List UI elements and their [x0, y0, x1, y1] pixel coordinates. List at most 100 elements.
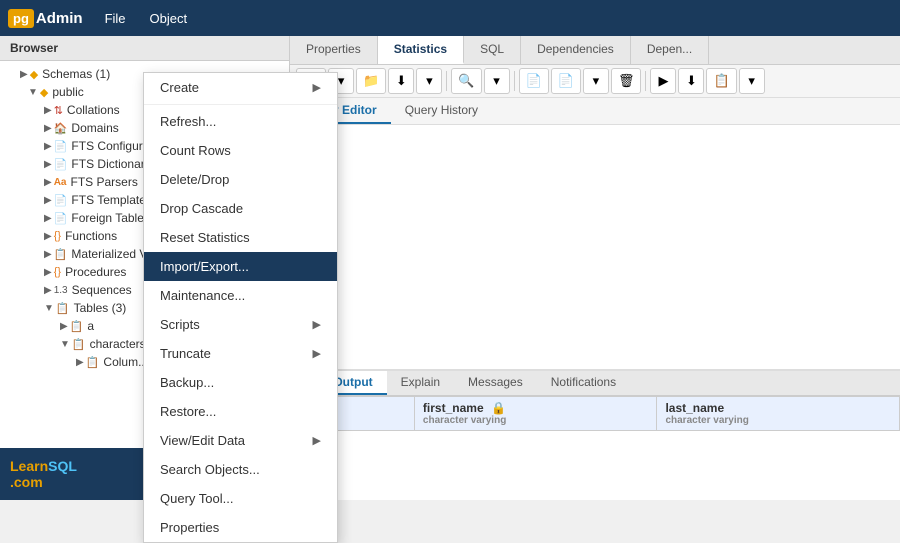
query-sub-tabs: Query Editor Query History — [290, 98, 900, 125]
foreigntables-icon: 📄 — [54, 212, 68, 225]
output-content: ID 🔒 integer first_name 🔒 character vary… — [290, 396, 900, 500]
chevron-icon: ▶ — [44, 249, 52, 260]
table-characters-icon: 📋 — [72, 338, 86, 351]
toolbar: 💾 ▾ 📁 ⬇ ▾ 🔍 ▾ 📄 📄 ▾ 🗑 ▶ ⬇ 📋 ▾ — [290, 65, 900, 98]
dropdown-maintenance[interactable]: Maintenance... — [144, 281, 337, 310]
schemas-label: Schemas (1) — [42, 67, 110, 81]
separator3 — [645, 71, 646, 91]
search-button[interactable]: 🔍 — [451, 68, 481, 94]
dropdown-search-objects[interactable]: Search Objects... — [144, 455, 337, 484]
tab-messages[interactable]: Messages — [454, 371, 537, 395]
execute-button[interactable]: ▶ — [650, 68, 676, 94]
columns-icon: 📋 — [86, 356, 100, 369]
table-a-label: a — [87, 319, 94, 333]
query-tool-label: Query Tool... — [160, 491, 233, 506]
chevron-icon: ▶ — [44, 123, 52, 134]
dropdown-count-rows[interactable]: Count Rows — [144, 136, 337, 165]
pgadmin-logo: pg Admin — [8, 9, 83, 28]
file-menu[interactable]: File — [95, 7, 136, 30]
tab-notifications[interactable]: Notifications — [537, 371, 630, 395]
tab-properties[interactable]: Properties — [290, 36, 378, 64]
lock-icon: 🔒 — [491, 401, 506, 415]
foreigntables-label: Foreign Table... — [71, 211, 154, 225]
output-tabs: Data Output Explain Messages Notificatio… — [290, 371, 900, 396]
format-button[interactable]: 📋 — [706, 68, 736, 94]
chevron-icon: ▶ — [44, 231, 52, 242]
dropdown-delete-drop[interactable]: Delete/Drop — [144, 165, 337, 194]
dropdown-truncate[interactable]: Truncate ▶ — [144, 339, 337, 368]
dropdown-import-export[interactable]: Import/Export... — [144, 252, 337, 281]
reset-statistics-label: Reset Statistics — [160, 230, 250, 245]
maintenance-label: Maintenance... — [160, 288, 245, 303]
download-dropdown[interactable]: ▾ — [416, 68, 442, 94]
search-dropdown[interactable]: ▾ — [484, 68, 510, 94]
chevron-icon: ▼ — [44, 303, 54, 314]
format-dropdown[interactable]: ▾ — [739, 68, 765, 94]
download-button[interactable]: ⬇ — [388, 68, 414, 94]
separator — [446, 71, 447, 91]
procedures-label: Procedures — [65, 265, 126, 279]
object-dropdown: Create ▶ Refresh... Count Rows Delete/Dr… — [143, 72, 338, 543]
dropdown-query-tool[interactable]: Query Tool... — [144, 484, 337, 513]
truncate-label: Truncate — [160, 346, 211, 361]
materialized-icon: 📋 — [54, 248, 68, 261]
create-label: Create — [160, 80, 199, 95]
collations-label: Collations — [67, 103, 120, 117]
right-panel: Properties Statistics SQL Dependencies D… — [290, 36, 900, 500]
public-icon: ◆ — [40, 86, 48, 99]
stop-button[interactable]: ⬇ — [678, 68, 704, 94]
tab-query-history[interactable]: Query History — [391, 98, 492, 124]
sequences-label: Sequences — [72, 283, 132, 297]
delete-button[interactable]: 🗑 — [611, 68, 642, 94]
col-lastname: last_name character varying — [657, 397, 900, 431]
dropdown-restore[interactable]: Restore... — [144, 397, 337, 426]
output-table: ID 🔒 integer first_name 🔒 character vary… — [290, 396, 900, 431]
scripts-arrow-icon: ▶ — [313, 318, 321, 331]
divider — [144, 104, 337, 105]
chevron-icon: ▶ — [60, 321, 68, 332]
tab-depen2[interactable]: Depen... — [631, 36, 709, 64]
chevron-icon: ▶ — [44, 141, 52, 152]
open-button[interactable]: 📁 — [356, 68, 386, 94]
chevron-icon: ▶ — [44, 195, 52, 206]
count-rows-label: Count Rows — [160, 143, 231, 158]
functions-icon: {} — [54, 230, 61, 242]
domains-icon: 🏠 — [54, 122, 68, 135]
tab-explain[interactable]: Explain — [387, 371, 454, 395]
chevron-icon: ▶ — [44, 159, 52, 170]
object-menu[interactable]: Object — [140, 7, 198, 30]
refresh-label: Refresh... — [160, 114, 216, 129]
paste-dropdown[interactable]: ▾ — [583, 68, 609, 94]
logo-box: pg — [8, 9, 34, 28]
restore-label: Restore... — [160, 404, 216, 419]
dropdown-reset-statistics[interactable]: Reset Statistics — [144, 223, 337, 252]
tab-bar: Properties Statistics SQL Dependencies D… — [290, 36, 900, 65]
domains-label: Domains — [71, 121, 118, 135]
chevron-icon: ▼ — [60, 339, 70, 350]
backup-label: Backup... — [160, 375, 214, 390]
dropdown-refresh[interactable]: Refresh... — [144, 107, 337, 136]
dropdown-scripts[interactable]: Scripts ▶ — [144, 310, 337, 339]
ftsconfig-icon: 📄 — [54, 140, 68, 153]
view-edit-arrow-icon: ▶ — [313, 434, 321, 447]
chevron-icon: ▶ — [44, 213, 52, 224]
dropdown-properties[interactable]: Properties — [144, 513, 337, 542]
paste-button[interactable]: 📄 — [551, 68, 581, 94]
tab-statistics[interactable]: Statistics — [378, 36, 464, 64]
chevron-icon: ▶ — [20, 69, 28, 80]
dropdown-create[interactable]: Create ▶ — [144, 73, 337, 102]
properties-label: Properties — [160, 520, 219, 535]
copy-button[interactable]: 📄 — [519, 68, 549, 94]
dropdown-view-edit[interactable]: View/Edit Data ▶ — [144, 426, 337, 455]
tab-dependencies[interactable]: Dependencies — [521, 36, 631, 64]
dropdown-drop-cascade[interactable]: Drop Cascade — [144, 194, 337, 223]
tab-sql[interactable]: SQL — [464, 36, 521, 64]
columns-label: Colum... — [103, 355, 148, 369]
collations-icon: ⇅ — [54, 104, 63, 117]
query-editor[interactable]: 1 — [290, 125, 900, 370]
chevron-icon: ▼ — [28, 87, 38, 98]
dropdown-backup[interactable]: Backup... — [144, 368, 337, 397]
drop-cascade-label: Drop Cascade — [160, 201, 243, 216]
ftstemplate-icon: 📄 — [54, 194, 68, 207]
sequences-icon: 1.3 — [54, 285, 68, 296]
